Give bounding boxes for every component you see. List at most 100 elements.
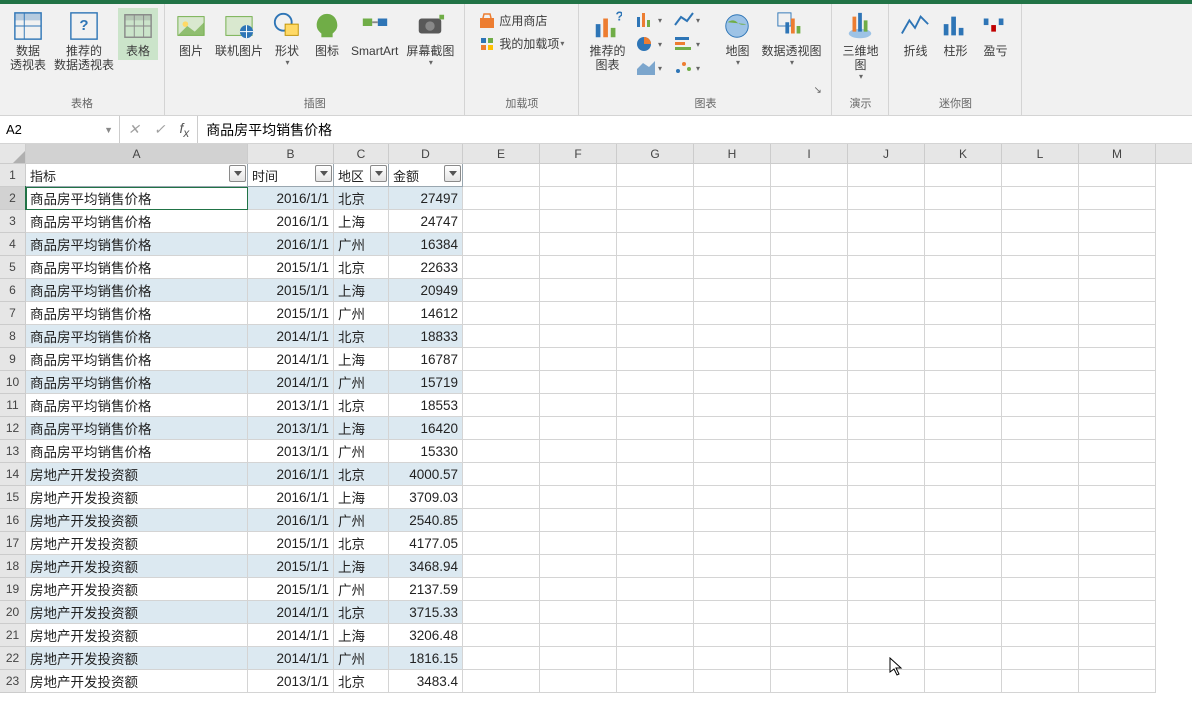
cell[interactable] bbox=[694, 210, 771, 233]
cell[interactable]: 2016/1/1 bbox=[248, 486, 334, 509]
cell[interactable] bbox=[694, 371, 771, 394]
col-header-E[interactable]: E bbox=[463, 144, 540, 163]
line-chart-button[interactable] bbox=[668, 9, 704, 31]
charts-dialog-launcher[interactable]: ↘ bbox=[813, 85, 827, 99]
col-header-F[interactable]: F bbox=[540, 144, 617, 163]
cell[interactable] bbox=[1079, 509, 1156, 532]
cell[interactable] bbox=[540, 578, 617, 601]
sparkline-line-button[interactable]: 折线 bbox=[895, 8, 935, 60]
row-header[interactable]: 12 bbox=[0, 417, 26, 440]
cancel-icon[interactable]: ✕ bbox=[128, 121, 140, 138]
cell[interactable]: 18833 bbox=[389, 325, 463, 348]
col-header-B[interactable]: B bbox=[248, 144, 334, 163]
cell[interactable] bbox=[771, 325, 848, 348]
cell[interactable] bbox=[771, 187, 848, 210]
cell[interactable] bbox=[848, 325, 925, 348]
cell[interactable] bbox=[1079, 187, 1156, 210]
scatter-chart-button[interactable] bbox=[668, 57, 704, 79]
cell[interactable] bbox=[1079, 486, 1156, 509]
cell[interactable] bbox=[1079, 647, 1156, 670]
cell[interactable]: 商品房平均销售价格 bbox=[26, 233, 248, 256]
cell[interactable] bbox=[540, 394, 617, 417]
row-header[interactable]: 18 bbox=[0, 555, 26, 578]
cell[interactable]: 2015/1/1 bbox=[248, 256, 334, 279]
table-header-time[interactable]: 时间 bbox=[248, 164, 334, 187]
cell[interactable] bbox=[771, 394, 848, 417]
cell[interactable]: 2013/1/1 bbox=[248, 417, 334, 440]
cell[interactable]: 18553 bbox=[389, 394, 463, 417]
cell[interactable] bbox=[463, 394, 540, 417]
recommended-pivot-button[interactable]: ? 推荐的 数据透视表 bbox=[50, 8, 118, 74]
cell[interactable] bbox=[1002, 279, 1079, 302]
cell[interactable]: 2014/1/1 bbox=[248, 601, 334, 624]
cell[interactable] bbox=[1002, 555, 1079, 578]
cell[interactable]: 2014/1/1 bbox=[248, 371, 334, 394]
pivot-table-button[interactable]: 数据 透视表 bbox=[6, 8, 50, 74]
cell[interactable] bbox=[694, 187, 771, 210]
cell[interactable] bbox=[771, 532, 848, 555]
col-header-A[interactable]: A bbox=[26, 144, 248, 163]
cell[interactable]: 20949 bbox=[389, 279, 463, 302]
cell[interactable] bbox=[540, 440, 617, 463]
row-header[interactable]: 8 bbox=[0, 325, 26, 348]
cell[interactable] bbox=[925, 371, 1002, 394]
row-header[interactable]: 23 bbox=[0, 670, 26, 693]
cell[interactable] bbox=[1002, 624, 1079, 647]
cell[interactable] bbox=[694, 555, 771, 578]
row-header[interactable]: 22 bbox=[0, 647, 26, 670]
cell[interactable]: 房地产开发投资额 bbox=[26, 624, 248, 647]
cell[interactable] bbox=[694, 670, 771, 693]
cell[interactable]: 北京 bbox=[334, 532, 389, 555]
cell[interactable]: 1816.15 bbox=[389, 647, 463, 670]
cell[interactable] bbox=[1079, 371, 1156, 394]
cell[interactable]: 房地产开发投资额 bbox=[26, 647, 248, 670]
cell[interactable]: 商品房平均销售价格 bbox=[26, 394, 248, 417]
row-header[interactable]: 11 bbox=[0, 394, 26, 417]
cell[interactable] bbox=[1079, 555, 1156, 578]
cell[interactable] bbox=[1079, 463, 1156, 486]
cell[interactable] bbox=[925, 348, 1002, 371]
cell[interactable] bbox=[463, 601, 540, 624]
pie-chart-button[interactable] bbox=[630, 33, 666, 55]
col-header-M[interactable]: M bbox=[1079, 144, 1156, 163]
cell[interactable] bbox=[925, 394, 1002, 417]
cell[interactable] bbox=[1002, 601, 1079, 624]
filter-dropdown-icon[interactable] bbox=[370, 165, 387, 182]
cell[interactable] bbox=[771, 601, 848, 624]
cell[interactable]: 2015/1/1 bbox=[248, 279, 334, 302]
cell[interactable]: 2016/1/1 bbox=[248, 463, 334, 486]
cell[interactable] bbox=[771, 417, 848, 440]
cell[interactable] bbox=[848, 624, 925, 647]
cell[interactable] bbox=[463, 509, 540, 532]
row-header[interactable]: 20 bbox=[0, 601, 26, 624]
cell[interactable] bbox=[617, 601, 694, 624]
cell[interactable] bbox=[694, 578, 771, 601]
cell[interactable]: 2016/1/1 bbox=[248, 233, 334, 256]
cell[interactable] bbox=[1002, 509, 1079, 532]
cell[interactable] bbox=[540, 601, 617, 624]
screenshot-button[interactable]: 屏幕截图 bbox=[402, 8, 458, 69]
cell[interactable] bbox=[925, 417, 1002, 440]
cell[interactable] bbox=[1079, 440, 1156, 463]
cell[interactable] bbox=[1079, 325, 1156, 348]
cell[interactable] bbox=[1002, 394, 1079, 417]
cell[interactable] bbox=[540, 417, 617, 440]
cell[interactable]: 2016/1/1 bbox=[248, 187, 334, 210]
cell[interactable] bbox=[1002, 578, 1079, 601]
cell[interactable]: 3709.03 bbox=[389, 486, 463, 509]
cell[interactable]: 3468.94 bbox=[389, 555, 463, 578]
cell[interactable] bbox=[848, 555, 925, 578]
cell[interactable] bbox=[694, 486, 771, 509]
cell[interactable]: 2137.59 bbox=[389, 578, 463, 601]
cell[interactable]: 商品房平均销售价格 bbox=[26, 256, 248, 279]
cell[interactable] bbox=[463, 486, 540, 509]
cell[interactable] bbox=[925, 187, 1002, 210]
row-header[interactable]: 16 bbox=[0, 509, 26, 532]
cell[interactable] bbox=[1002, 440, 1079, 463]
cell[interactable] bbox=[463, 302, 540, 325]
cell[interactable]: 2014/1/1 bbox=[248, 624, 334, 647]
cell[interactable] bbox=[694, 279, 771, 302]
cell[interactable] bbox=[617, 325, 694, 348]
cell[interactable]: 商品房平均销售价格 bbox=[26, 187, 248, 210]
cell[interactable] bbox=[925, 647, 1002, 670]
